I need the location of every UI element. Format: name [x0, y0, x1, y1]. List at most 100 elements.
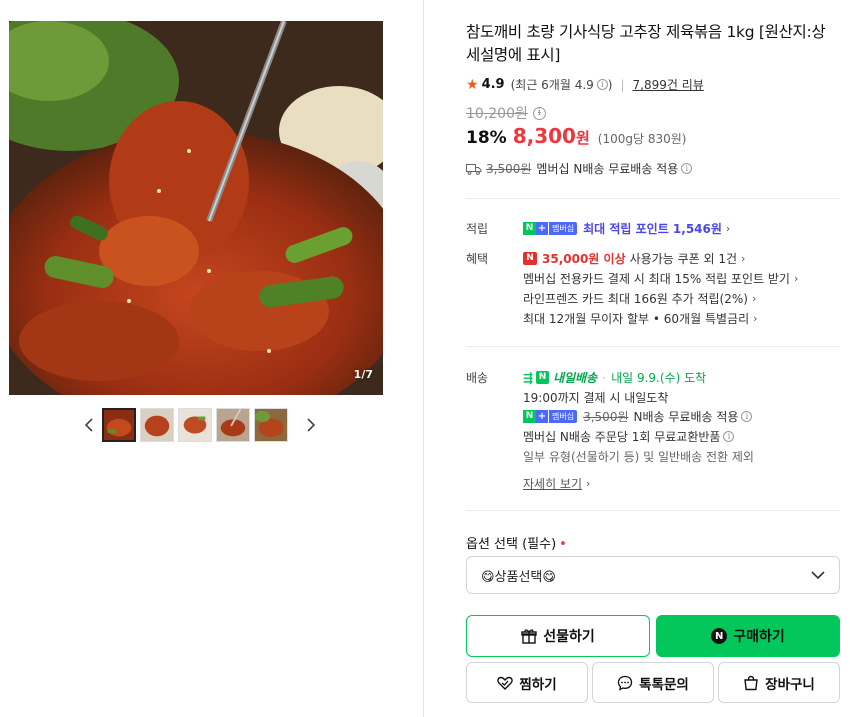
coupon-icon: N: [523, 252, 537, 265]
thumbnail-4[interactable]: [216, 408, 250, 442]
thumbnail-image: [217, 409, 249, 441]
info-icon[interactable]: i: [596, 79, 608, 90]
info-icon[interactable]: i: [681, 163, 693, 174]
unit-price: (100g당 830원): [597, 132, 687, 146]
product-gallery: 1/7: [0, 0, 424, 717]
npay-membership-badge: N + 멤버십: [523, 410, 578, 423]
product-title: 참도깨비 초량 기사식당 고추장 제육볶음 1kg [원산지:상세설명에 표시]: [466, 23, 826, 64]
divider: |: [620, 77, 625, 92]
delivery-fee-strike: 3,500원: [583, 410, 629, 424]
rating-row: ★ 4.9 (최근 6개월 4.9 i ) | 7,899건 리뷰: [466, 76, 704, 93]
thumbnail-2[interactable]: [140, 408, 174, 442]
divider: [466, 198, 840, 199]
review-count-link[interactable]: 7,899건 리뷰: [633, 76, 704, 93]
thumbnail-1[interactable]: [102, 408, 136, 442]
info-icon[interactable]: i: [741, 411, 753, 422]
gift-icon: [521, 628, 537, 644]
gift-button-label: 선물하기: [543, 629, 595, 645]
cutoff-text: 19:00까지 결제 시 내일도착: [523, 391, 669, 405]
wish-button[interactable]: 찜하기: [466, 662, 588, 703]
rating-recent-close: ): [607, 77, 613, 92]
coupon-row[interactable]: N 35,000원 이상 사용가능 쿠폰 외 1건 ›: [523, 250, 745, 267]
shipping-text: 멤버십 N배송 무료배송 적용: [536, 162, 679, 176]
npay-membership-badge: N + 멤버십: [523, 222, 578, 235]
wish-button-label: 찜하기: [519, 676, 557, 693]
discount-rate: 18%: [466, 128, 507, 148]
info-icon[interactable]: i: [532, 106, 546, 120]
linefriends-benefit-row[interactable]: 라인프렌즈 카드 최대 166원 추가 적립(2%) ›: [523, 290, 756, 307]
more-details-link[interactable]: 자세히 보기: [523, 475, 582, 492]
prev-image-button[interactable]: [82, 408, 96, 442]
accrual-points: 최대 적립 포인트 1,546원: [583, 222, 722, 236]
option-select-value: 😋상품선택😋: [481, 569, 556, 585]
membership-badge-label: 멤버십: [549, 222, 578, 235]
chevron-right-icon: ›: [793, 272, 799, 285]
option-label: 옵션 선택 (필수) •: [466, 533, 567, 552]
delivery-arrival-row: ⇶ N 내일배송 · 내일 9.9.(수) 도착: [523, 369, 706, 386]
sale-price-unit: 원: [575, 129, 590, 147]
linefriends-benefit-text: 라인프렌즈 카드 최대 166원 추가 적립(2%): [523, 292, 748, 306]
n-logo-icon: N: [523, 222, 536, 235]
thumbnail-image: [255, 409, 287, 441]
coupon-text: 사용가능 쿠폰 외 1건: [629, 252, 738, 266]
n-logo-icon: N: [523, 410, 536, 423]
delivery-fee-text: N배송 무료배송 적용: [633, 410, 739, 424]
buy-button[interactable]: N 구매하기: [656, 615, 840, 657]
image-counter: 1/7: [353, 368, 373, 381]
plus-icon: +: [536, 410, 548, 423]
divider: [466, 510, 840, 511]
benefit-label: 혜택: [466, 252, 489, 266]
card-benefit-row[interactable]: 멤버십 전용카드 결제 시 최대 15% 적립 포인트 받기 ›: [523, 270, 798, 287]
chat-bubble-icon: [617, 675, 633, 691]
chevron-right-icon: ›: [741, 252, 746, 265]
n-logo-icon: N: [536, 371, 550, 384]
chevron-right-icon: ›: [586, 477, 591, 490]
thumbnail-3[interactable]: [178, 408, 212, 442]
membership-badge-label: 멤버십: [549, 410, 578, 423]
thumbnail-5[interactable]: [254, 408, 288, 442]
main-product-image[interactable]: 1/7: [9, 21, 383, 395]
option-select[interactable]: 😋상품선택😋: [466, 556, 840, 594]
chevron-right-icon: [307, 418, 315, 432]
accrual-row[interactable]: N + 멤버십 최대 적립 포인트 1,546원 ›: [523, 220, 730, 237]
arrival-date: 내일 9.9.(수) 도착: [611, 371, 707, 385]
rating-recent: (최근 6개월 4.9: [510, 78, 594, 92]
option-label-text: 옵션 선택 (필수): [466, 537, 557, 552]
returns-row: 멤버십 N배송 주문당 1회 무료교환반품 i: [523, 428, 735, 445]
coupon-amount: 35,000원 이상: [542, 252, 626, 266]
original-price-value: 10,200원: [466, 106, 528, 122]
shipping-fee-strike: 3,500원: [486, 162, 532, 176]
separator-dot: ·: [602, 370, 607, 385]
sale-price-row: 18% 8,300 원 (100g당 830원): [466, 124, 686, 148]
delivery-truck-icon: ⇶: [523, 370, 534, 385]
exclude-row: 일부 유형(선물하기 등) 및 일반배송 전환 제외: [523, 448, 754, 465]
tomorrow-delivery-badge: 내일배송: [553, 371, 598, 385]
delivery-fee-row: N + 멤버십 3,500원 N배송 무료배송 적용 i: [523, 408, 753, 425]
talktalk-button-label: 톡톡문의: [639, 676, 689, 693]
food-photo: [9, 21, 383, 395]
sale-price: 8,300: [512, 124, 576, 148]
original-price: 10,200원 i: [466, 103, 546, 123]
shipping-summary: 3,500원 멤버십 N배송 무료배송 적용 i: [466, 160, 693, 177]
divider: [466, 346, 840, 347]
cart-button-label: 장바구니: [765, 676, 815, 693]
truck-icon: [466, 163, 482, 175]
talktalk-button[interactable]: 톡톡문의: [592, 662, 714, 703]
delivery-more-link[interactable]: 자세히 보기 ›: [523, 475, 590, 492]
next-image-button[interactable]: [304, 408, 318, 442]
thumbnail-image: [179, 409, 211, 441]
chevron-right-icon: ›: [725, 222, 731, 235]
delivery-label: 배송: [466, 371, 489, 385]
gift-button[interactable]: 선물하기: [466, 615, 650, 657]
installment-row[interactable]: 최대 12개월 무이자 할부 • 60개월 특별금리 ›: [523, 310, 758, 327]
chevron-right-icon: ›: [753, 312, 758, 325]
rating-score: 4.9: [481, 77, 505, 92]
npay-n-icon: N: [711, 628, 728, 644]
chevron-down-icon: [811, 571, 825, 579]
info-icon[interactable]: i: [723, 431, 735, 442]
chevron-right-icon: ›: [751, 292, 757, 305]
cart-button[interactable]: 장바구니: [718, 662, 840, 703]
required-mark: •: [559, 537, 567, 552]
plus-icon: +: [536, 222, 548, 235]
thumbnail-image: [141, 409, 173, 441]
